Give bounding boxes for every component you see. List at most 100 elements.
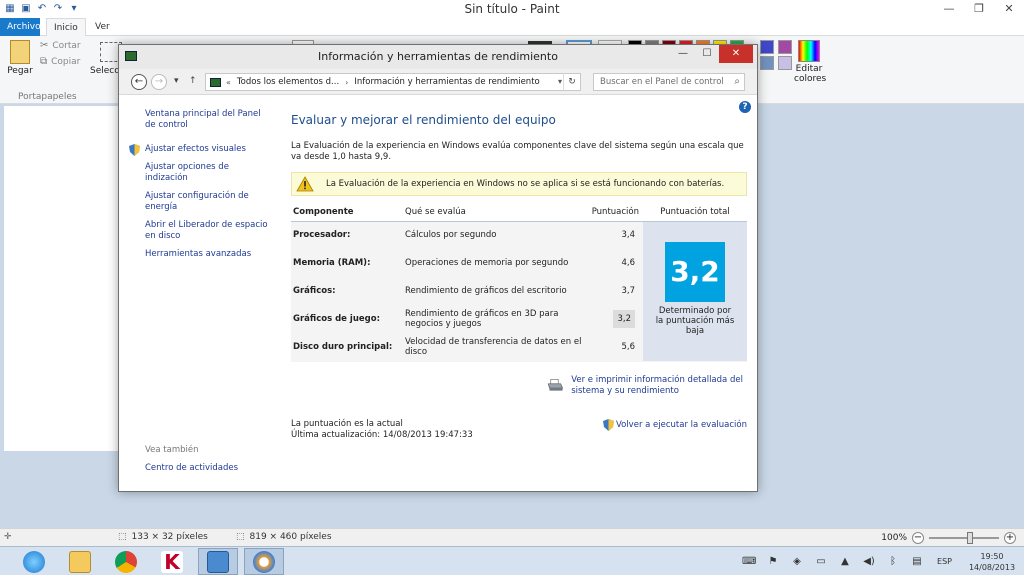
zoom-in-button[interactable]: + <box>1004 532 1016 544</box>
breadcrumb-current[interactable]: Información y herramientas de rendimient… <box>354 77 539 87</box>
sidebar-item-advanced-tools[interactable]: Herramientas avanzadas <box>145 249 269 260</box>
action-center-link[interactable]: Centro de actividades <box>145 463 238 473</box>
taskbar-explorer[interactable] <box>60 548 100 575</box>
minimize-button[interactable]: — <box>671 45 695 63</box>
volume-icon[interactable]: ◀) <box>862 555 876 569</box>
uac-shield-icon <box>602 419 614 431</box>
network-icon[interactable]: ▲ <box>838 555 852 569</box>
paint-minimize-button[interactable]: — <box>934 0 964 18</box>
lowest-score-value: 3,2 <box>613 310 635 328</box>
uac-shield-icon <box>129 144 140 156</box>
tab-file[interactable]: Archivo <box>0 18 41 36</box>
image-size: ⬚ 819 × 460 píxeles <box>236 532 332 542</box>
system-tray: ⌨ ⚑ ◈ ▭ ▲ ◀) ᛒ ▤ ESP 19:50 14/08/2013 <box>737 547 1024 575</box>
color-palette-extra <box>760 40 794 70</box>
total-score-cell: 3,2 Determinado por la puntuación más ba… <box>643 221 747 362</box>
palette-color-swatch[interactable] <box>778 56 792 70</box>
search-box[interactable]: Buscar en el Panel de control ⌕ <box>593 73 745 91</box>
address-bar[interactable]: « Todos los elementos d... › Información… <box>205 73 581 91</box>
sidebar-item-disk-cleanup[interactable]: Abrir el Liberador de espacio en disco <box>145 220 269 242</box>
search-icon[interactable]: ⌕ <box>734 76 740 87</box>
sidebar-item-label: Ajustar efectos visuales <box>145 144 246 154</box>
selection-icon: ⬚ <box>118 532 127 542</box>
address-control-panel-icon <box>210 77 221 87</box>
recent-pages-icon[interactable]: ▾ <box>174 76 179 86</box>
zoom-out-button[interactable]: − <box>912 532 924 544</box>
up-button[interactable]: ↑ <box>189 76 197 86</box>
folder-icon <box>69 550 91 573</box>
table-row: Procesador: Cálculos por segundo 3,4 3,2… <box>291 221 747 362</box>
edit-colors-icon <box>798 40 820 62</box>
clock[interactable]: 19:50 14/08/2013 <box>960 551 1024 573</box>
breadcrumb-overflow[interactable]: « <box>226 78 231 87</box>
component-what: Rendimiento de gráficos en 3D para negoc… <box>403 305 590 334</box>
back-button[interactable]: ← <box>131 74 147 90</box>
maximize-button[interactable]: ☐ <box>695 45 719 63</box>
address-dropdown-icon[interactable]: ▾ <box>558 77 562 86</box>
taskbar-control-panel[interactable] <box>198 548 238 575</box>
forward-button[interactable]: → <box>151 74 167 90</box>
device-icon[interactable]: ▤ <box>910 555 924 569</box>
palette-color-swatch[interactable] <box>760 40 774 54</box>
column-what: Qué se evalúa <box>403 204 590 222</box>
language-indicator[interactable]: ESP <box>937 557 952 566</box>
breadcrumb-chevron-icon[interactable]: › <box>345 78 348 87</box>
warning-text: La Evaluación de la experiencia en Windo… <box>326 179 725 189</box>
help-icon[interactable]: ? <box>739 101 751 113</box>
rerun-assessment-link[interactable]: Volver a ejecutar la evaluación <box>602 419 747 431</box>
taskbar-paint[interactable] <box>244 548 284 575</box>
security-icon[interactable]: ◈ <box>790 555 804 569</box>
chrome-icon <box>115 550 137 573</box>
main-content: Evaluar y mejorar el rendimiento del equ… <box>291 113 747 440</box>
paint-close-button[interactable]: ✕ <box>994 0 1024 18</box>
sidebar-item-indexing[interactable]: Ajustar opciones de indización <box>145 162 269 184</box>
taskbar-ie[interactable] <box>14 548 54 575</box>
edit-colors-button[interactable]: Editar colores <box>794 40 827 84</box>
cut-button[interactable]: ✂ Cortar <box>40 40 81 51</box>
window-title: Información y herramientas de rendimient… <box>318 50 558 63</box>
breadcrumb-all-items[interactable]: Todos los elementos d... <box>237 77 339 87</box>
component-score: 4,6 <box>589 249 643 278</box>
last-update-text: Última actualización: 14/08/2013 19:47:3… <box>291 430 473 440</box>
component-what: Velocidad de transferencia de datos en e… <box>403 333 590 362</box>
taskbar-chrome[interactable] <box>106 548 146 575</box>
select-button[interactable]: Selecci <box>90 66 122 76</box>
palette-color-swatch[interactable] <box>778 40 792 54</box>
flag-icon[interactable]: ⚑ <box>766 555 780 569</box>
sidebar-home-link[interactable]: Ventana principal del Panel de control <box>145 109 269 131</box>
zoom-control: 100% − + <box>881 532 1016 544</box>
scissors-icon: ✂ <box>40 40 49 51</box>
power-icon[interactable]: ▭ <box>814 555 828 569</box>
paste-button[interactable]: Pegar <box>6 40 34 76</box>
image-size-icon: ⬚ <box>236 532 245 542</box>
tab-home[interactable]: Inicio <box>46 18 86 36</box>
palette-color-swatch[interactable] <box>760 56 774 70</box>
zoom-slider-thumb[interactable] <box>967 532 973 544</box>
page-title: Evaluar y mejorar el rendimiento del equ… <box>291 113 556 127</box>
print-details-text: Ver e imprimir información detallada del… <box>571 375 743 396</box>
sidebar-item-power[interactable]: Ajustar configuración de energía <box>145 191 269 213</box>
clock-date: 14/08/2013 <box>968 562 1016 572</box>
print-details-link[interactable]: Ver e imprimir información detallada del… <box>547 375 747 397</box>
edit-colors-label: Editar colores <box>794 64 827 84</box>
internet-explorer-icon <box>23 550 45 573</box>
copy-button[interactable]: ⧉ Copiar <box>40 56 80 67</box>
paint-restore-button[interactable]: ❐ <box>964 0 994 18</box>
refresh-button[interactable]: ↻ <box>563 73 581 91</box>
taskbar-kaspersky[interactable]: K <box>152 548 192 575</box>
bluetooth-icon[interactable]: ᛒ <box>886 555 900 569</box>
keyboard-icon[interactable]: ⌨ <box>742 555 756 569</box>
paint-titlebar: ▦ ▣ ↶ ↷ ▾ Sin título - Paint — ❐ ✕ <box>0 0 1024 18</box>
close-button[interactable]: ✕ <box>719 45 753 63</box>
column-score: Puntuación <box>589 204 643 222</box>
page-description: La Evaluación de la experiencia en Windo… <box>291 141 744 162</box>
zoom-slider[interactable] <box>929 532 999 544</box>
tab-view[interactable]: Ver <box>88 18 117 36</box>
component-score: 3,7 <box>589 277 643 306</box>
crosshair-icon: ✛ <box>4 532 12 542</box>
rerun-assessment-text: Volver a ejecutar la evaluación <box>615 420 747 430</box>
component-score: 3,4 <box>589 221 643 250</box>
sidebar-item-visual-effects[interactable]: Ajustar efectos visuales <box>129 144 269 156</box>
table-header: Componente Qué se evalúa Puntuación Punt… <box>291 204 747 222</box>
paint-canvas[interactable] <box>4 106 128 451</box>
